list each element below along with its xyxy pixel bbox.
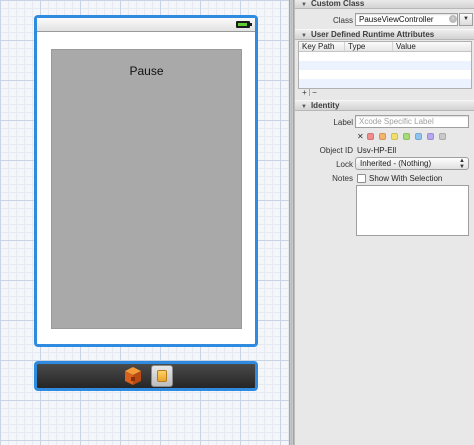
color-tag-purple[interactable] bbox=[427, 133, 434, 140]
chevron-updown-icon: ▲ ▼ bbox=[459, 158, 465, 170]
class-label: Class bbox=[332, 16, 353, 25]
disclosure-triangle-icon[interactable]: ▼ bbox=[301, 0, 307, 10]
color-tag-orange[interactable] bbox=[379, 133, 386, 140]
runtime-attributes-title: User Defined Runtime Attributes bbox=[310, 30, 435, 39]
clear-color-icon[interactable]: ✕ bbox=[357, 132, 367, 141]
disclosure-triangle-icon[interactable]: ▼ bbox=[301, 102, 307, 112]
first-responder-icon[interactable] bbox=[123, 366, 143, 386]
custom-class-header[interactable]: ▼ Custom Class bbox=[295, 0, 474, 9]
column-type[interactable]: Type bbox=[345, 42, 393, 51]
go-to-class-icon[interactable]: › bbox=[449, 15, 457, 23]
table-row bbox=[299, 52, 471, 61]
object-id-label: Object ID bbox=[319, 146, 353, 155]
table-header: Key Path Type Value bbox=[299, 42, 471, 52]
table-row bbox=[299, 61, 471, 70]
identity-title: Identity bbox=[310, 101, 340, 110]
view-controller-icon[interactable] bbox=[151, 365, 173, 387]
pause-view[interactable]: Pause bbox=[51, 49, 242, 329]
lock-label: Lock bbox=[336, 160, 353, 169]
add-attribute-button[interactable]: + bbox=[300, 89, 309, 97]
lock-popup[interactable]: Inherited - (Nothing) ▲ ▼ bbox=[355, 157, 469, 170]
notes-textarea[interactable] bbox=[356, 185, 469, 236]
custom-class-title: Custom Class bbox=[310, 0, 365, 8]
runtime-attributes-header[interactable]: ▼ User Defined Runtime Attributes bbox=[295, 29, 474, 40]
column-value[interactable]: Value bbox=[393, 42, 471, 51]
class-dropdown-button[interactable]: ▼ bbox=[459, 13, 473, 26]
show-with-selection-checkbox[interactable] bbox=[357, 174, 366, 183]
color-tag-blue[interactable] bbox=[415, 133, 422, 140]
storyboard-canvas[interactable]: Pause bbox=[0, 0, 290, 445]
notes-label: Notes bbox=[332, 174, 353, 183]
battery-icon bbox=[236, 21, 252, 28]
disclosure-triangle-icon[interactable]: ▼ bbox=[301, 31, 307, 41]
table-row bbox=[299, 70, 471, 79]
show-with-selection-label[interactable]: Show With Selection bbox=[369, 174, 442, 183]
remove-attribute-button[interactable]: − bbox=[310, 89, 319, 97]
color-tag-yellow[interactable] bbox=[391, 133, 398, 140]
column-key-path[interactable]: Key Path bbox=[299, 42, 345, 51]
status-bar bbox=[37, 18, 255, 32]
color-tag-gray[interactable] bbox=[439, 133, 446, 140]
xcode-label-field[interactable]: Xcode Specific Label bbox=[355, 115, 469, 128]
label-color-tags: ✕ bbox=[357, 132, 451, 141]
runtime-attributes-table[interactable]: Key Path Type Value bbox=[298, 41, 472, 89]
scene-dock[interactable] bbox=[34, 361, 258, 391]
identity-inspector: ▼ Custom Class Class PauseViewController … bbox=[294, 0, 474, 445]
pause-label[interactable]: Pause bbox=[52, 64, 241, 78]
view-controller-scene[interactable]: Pause bbox=[34, 15, 258, 347]
attribute-buttons: + − bbox=[298, 89, 472, 98]
table-row bbox=[299, 79, 471, 88]
object-id-value: Usv-HP-Ell bbox=[357, 146, 397, 155]
color-tag-red[interactable] bbox=[367, 133, 374, 140]
label-label: Label bbox=[333, 118, 353, 127]
class-field[interactable]: PauseViewController bbox=[355, 13, 458, 26]
lock-value: Inherited - (Nothing) bbox=[360, 159, 432, 168]
identity-header[interactable]: ▼ Identity bbox=[295, 100, 474, 111]
color-tag-green[interactable] bbox=[403, 133, 410, 140]
table-rows bbox=[299, 52, 471, 88]
